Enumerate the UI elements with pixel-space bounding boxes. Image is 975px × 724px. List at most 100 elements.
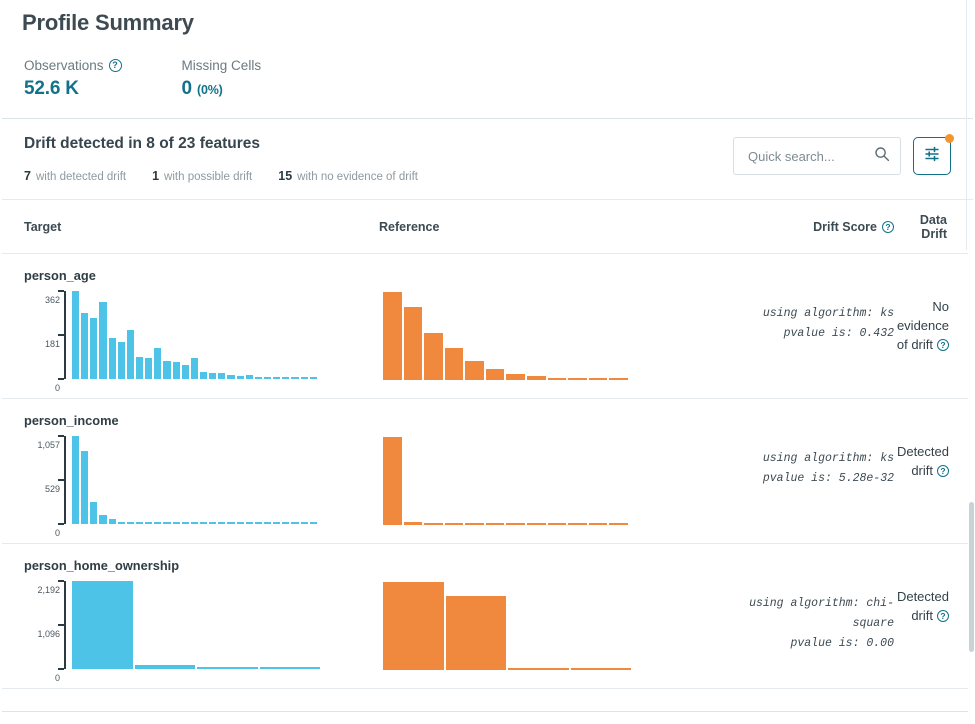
histogram-bar <box>99 515 107 524</box>
column-header-data-drift[interactable]: Data Drift <box>894 213 951 241</box>
count-possible-number: 1 <box>152 169 160 183</box>
target-histogram: 2,192 1,096 0 <box>24 580 379 683</box>
row-drift-score-cell: using algorithm: ks pvalue is: 5.28e-32 <box>724 413 894 489</box>
search-icon[interactable] <box>874 146 890 167</box>
histogram-bar <box>227 522 235 524</box>
histogram-bar <box>199 522 208 524</box>
target-histogram-bars <box>72 581 320 669</box>
y-axis: 2,192 1,096 0 <box>24 580 68 683</box>
drift-status-text: drift <box>911 607 933 623</box>
row-reference-cell <box>379 558 724 670</box>
histogram-bar <box>197 667 258 669</box>
y-axis-tick-label: 181 <box>44 339 60 349</box>
filter-button[interactable] <box>913 134 954 175</box>
table-header: Target Reference Drift Score ? Data Drif… <box>2 200 973 254</box>
table-row[interactable]: person_home_ownership 2,192 1,096 0 using al… <box>2 544 973 689</box>
scrollbar-thumb[interactable] <box>969 502 974 652</box>
histogram-bar <box>300 377 308 379</box>
column-header-target[interactable]: Target <box>24 220 379 234</box>
histogram-bar <box>309 377 317 379</box>
histogram-bar <box>126 522 134 524</box>
quick-search-box[interactable] <box>733 137 901 175</box>
histogram-bar <box>190 522 198 524</box>
table-row-partial[interactable] <box>2 689 973 711</box>
y-axis-tick-label: 2,192 <box>37 585 60 595</box>
histogram-bar <box>72 291 80 379</box>
metric-missing-cells: Missing Cells 0 (0%) <box>182 58 262 100</box>
table-row[interactable]: person_income 1,057 529 0 using algorithm: k… <box>2 399 973 544</box>
y-axis-tickmark <box>58 290 64 292</box>
histogram-bar <box>282 377 290 379</box>
y-axis: 1,057 529 0 <box>24 435 68 538</box>
histogram-bar <box>609 378 628 380</box>
histogram-bar <box>570 668 631 670</box>
drift-card: Drift detected in 8 of 23 features 7 with… <box>2 118 973 712</box>
count-no-evidence-number: 15 <box>278 169 293 183</box>
row-data-drift-cell: Detected drift? <box>894 558 951 626</box>
reference-histogram <box>379 292 724 380</box>
histogram-bar <box>506 523 526 525</box>
reference-histogram <box>379 437 724 525</box>
scrollbar-track[interactable] <box>968 250 975 724</box>
histogram-bar <box>209 522 217 524</box>
histogram-bar <box>485 369 505 380</box>
row-reference-cell <box>379 268 724 380</box>
histogram-bar <box>506 374 526 380</box>
column-header-reference[interactable]: Reference <box>379 220 724 234</box>
histogram-bar <box>181 365 189 379</box>
drift-summary: Drift detected in 8 of 23 features 7 with… <box>24 135 444 185</box>
count-detected: 7 with detected drift <box>24 167 126 185</box>
help-icon[interactable]: ? <box>937 610 949 623</box>
histogram-bar <box>383 292 402 380</box>
search-input[interactable] <box>746 147 874 165</box>
drift-counts: 7 with detected drift 1 with possible drif… <box>24 167 444 185</box>
histogram-bar <box>273 377 281 379</box>
y-axis-spine <box>64 436 66 524</box>
histogram-bar <box>245 522 253 524</box>
histogram-bar <box>259 667 320 669</box>
help-icon[interactable]: ? <box>937 465 949 478</box>
histogram-bar <box>145 358 153 379</box>
histogram-bar <box>263 377 272 379</box>
histogram-bar <box>263 522 272 524</box>
help-icon[interactable]: ? <box>937 339 949 352</box>
help-icon[interactable]: ? <box>108 59 122 72</box>
histogram-bar <box>282 522 290 524</box>
drift-status-line: Detected <box>896 589 949 604</box>
drift-score-line: pvalue is: 0.432 <box>783 327 894 341</box>
feature-rows: person_age 362 181 0 using algorithm: ks pval… <box>2 254 973 711</box>
histogram-bar <box>99 302 107 379</box>
drift-score-line: using algorithm: ks <box>762 452 894 465</box>
metric-missing-cells-label: Missing Cells <box>182 58 262 73</box>
histogram-bar <box>588 523 608 525</box>
y-axis-tickmark <box>58 580 64 582</box>
target-histogram: 1,057 529 0 <box>24 435 379 538</box>
drift-score-line: using algorithm: chi-square <box>749 597 894 631</box>
y-axis-spine <box>64 291 66 379</box>
histogram-bar <box>172 362 180 379</box>
y-axis-tick-label: 0 <box>54 383 60 393</box>
drift-status-line: No <box>932 299 949 314</box>
content-right-rule <box>966 0 967 250</box>
y-axis-tickmark <box>58 523 64 525</box>
summary-metrics: Observations ? 52.6 K Missing Cells 0 (0… <box>22 58 953 100</box>
histogram-bar <box>199 372 208 379</box>
help-icon[interactable]: ? <box>882 221 894 233</box>
header-tools <box>733 134 954 175</box>
table-row[interactable]: person_age 362 181 0 using algorithm: ks pval… <box>2 254 973 399</box>
histogram-bar <box>245 375 253 379</box>
histogram-bar <box>254 377 262 379</box>
filter-sliders-icon <box>923 145 941 168</box>
histogram-bar <box>134 665 195 669</box>
target-histogram: 362 181 0 <box>24 290 379 393</box>
count-possible: 1 with possible drift <box>152 167 252 185</box>
page-title: Profile Summary <box>22 10 194 35</box>
y-axis-tick-label: 1,057 <box>37 440 60 450</box>
histogram-bar <box>424 333 443 380</box>
column-header-drift-score[interactable]: Drift Score ? <box>724 220 894 234</box>
histogram-bar <box>609 523 628 525</box>
histogram-bar <box>126 330 134 379</box>
metric-missing-cells-text: Missing Cells <box>181 58 262 73</box>
feature-name: person_home_ownership <box>24 558 180 573</box>
histogram-bar <box>90 318 98 379</box>
